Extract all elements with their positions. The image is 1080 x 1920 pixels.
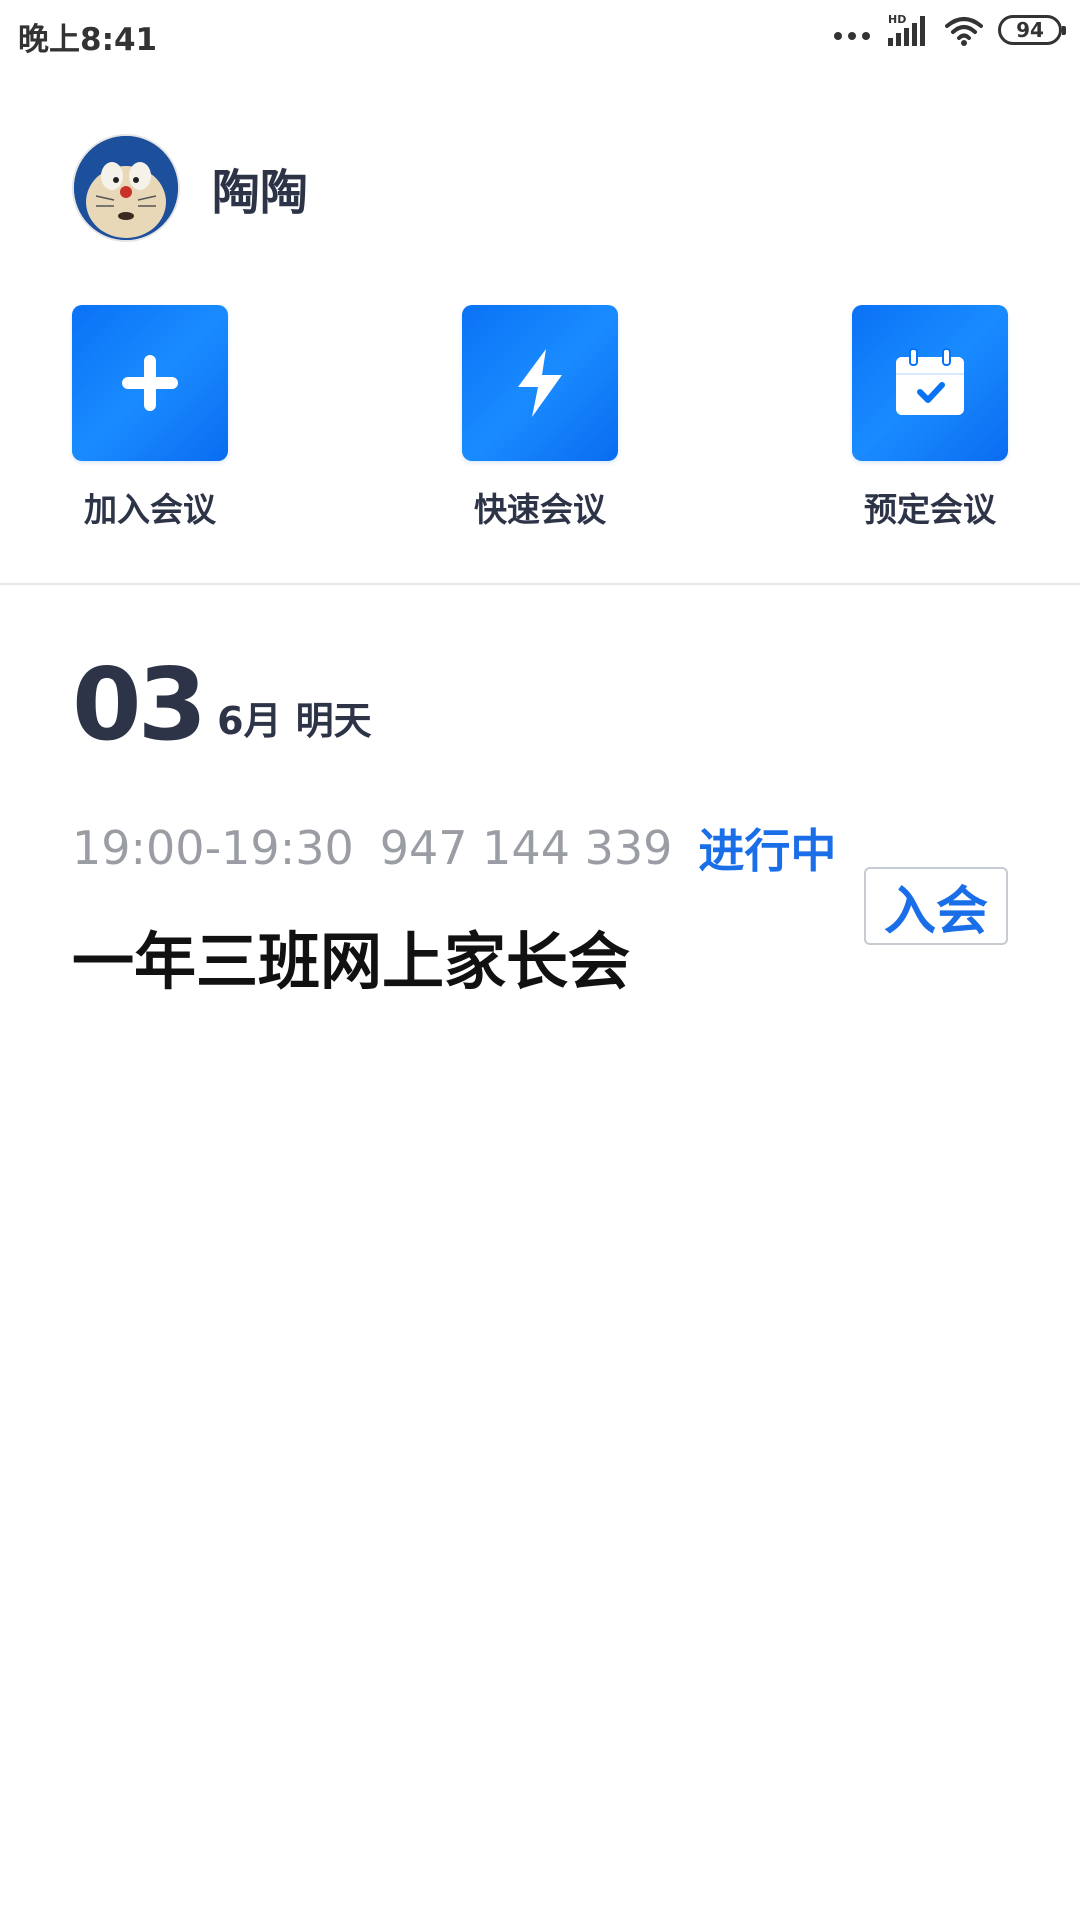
join-meeting-label: 加入会议 <box>84 490 216 529</box>
date-relative: 明天 <box>295 699 372 743</box>
network-label: HD <box>888 13 906 26</box>
meeting-list-item[interactable]: 19:00-19:30 947 144 339 进行中 一年三班网上家长会 入会 <box>72 815 1008 998</box>
calendar-check-icon <box>896 348 964 415</box>
lightning-icon <box>518 349 562 417</box>
status-icons: HD 94 <box>832 12 1066 48</box>
date-day: 03 <box>72 646 207 763</box>
user-profile[interactable]: 陶陶 <box>72 134 308 242</box>
quick-meeting-label: 快速会议 <box>474 490 606 529</box>
signal-icon: HD <box>886 12 930 48</box>
avatar[interactable] <box>72 134 180 242</box>
join-meeting-button[interactable] <box>72 305 228 461</box>
battery-icon: 94 <box>998 15 1066 45</box>
date-month: 6月 <box>217 699 282 743</box>
schedule-meeting-action[interactable]: 预定会议 <box>852 305 1008 531</box>
meeting-status: 进行中 <box>698 824 837 878</box>
meeting-id: 947 144 339 <box>379 821 673 875</box>
schedule-meeting-button[interactable] <box>852 305 1008 461</box>
doraemon-avatar-icon <box>74 136 178 240</box>
date-header: 03 6月 明天 <box>72 655 372 755</box>
status-bar: 晚上8:41 HD 94 <box>0 0 1080 72</box>
username: 陶陶 <box>212 165 309 221</box>
wifi-icon <box>944 12 984 48</box>
action-tiles: 加入会议 快速会议 预定会议 <box>0 305 1080 535</box>
quick-meeting-button[interactable] <box>462 305 618 461</box>
join-meeting-action[interactable]: 加入会议 <box>72 305 228 531</box>
date-meta: 6月 明天 <box>217 690 371 745</box>
plus-icon <box>122 355 178 411</box>
quick-meeting-action[interactable]: 快速会议 <box>462 305 618 531</box>
schedule-meeting-label: 预定会议 <box>864 490 996 529</box>
more-dots-icon <box>832 12 872 48</box>
status-time: 晚上8:41 <box>18 22 158 58</box>
section-divider <box>0 583 1080 585</box>
meeting-time: 19:00-19:30 <box>72 821 354 875</box>
join-meeting-item-button[interactable]: 入会 <box>864 867 1008 945</box>
